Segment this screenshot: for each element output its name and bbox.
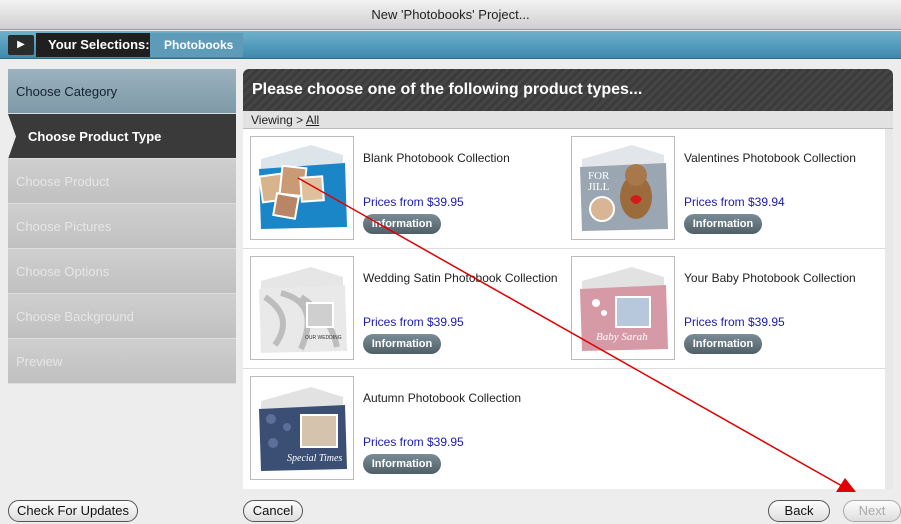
step-preview: Preview bbox=[8, 339, 236, 384]
step-choose-options: Choose Options bbox=[8, 249, 236, 294]
valentines-thumb-text: FOR JILL bbox=[588, 170, 610, 193]
valentines-photobook-thumbnail[interactable]: FOR JILL bbox=[571, 136, 675, 240]
information-button[interactable]: Information bbox=[363, 454, 441, 474]
next-button[interactable]: Next bbox=[843, 500, 901, 522]
product-card-wedding[interactable]: OUR WEDDING Wedding Satin Photobook Coll… bbox=[243, 249, 564, 369]
viewing-prefix: Viewing > bbox=[251, 113, 304, 127]
viewing-filter: Viewing > All bbox=[243, 111, 893, 129]
autumn-photobook-thumbnail[interactable]: Special Times bbox=[250, 376, 354, 480]
product-price: Prices from $39.94 bbox=[684, 195, 785, 209]
wedding-photobook-thumbnail[interactable]: OUR WEDDING bbox=[250, 256, 354, 360]
product-title: Valentines Photobook Collection bbox=[684, 151, 856, 165]
step-choose-background: Choose Background bbox=[8, 294, 236, 339]
check-for-updates-button[interactable]: Check For Updates bbox=[8, 500, 138, 522]
steps-sidebar: Choose Category Choose Product Type Choo… bbox=[8, 69, 236, 387]
baby-photobook-thumbnail[interactable]: Baby Sarah bbox=[571, 256, 675, 360]
information-button[interactable]: Information bbox=[684, 334, 762, 354]
product-card-autumn[interactable]: Special Times Autumn Photobook Collectio… bbox=[243, 369, 564, 489]
product-row: Special Times Autumn Photobook Collectio… bbox=[243, 369, 885, 489]
blank-photobook-thumbnail[interactable] bbox=[250, 136, 354, 240]
product-card-valentines[interactable]: FOR JILL Valentines Photobook Collection… bbox=[564, 129, 885, 249]
viewing-all-link[interactable]: All bbox=[306, 113, 319, 127]
product-price: Prices from $39.95 bbox=[684, 315, 785, 329]
product-price: Prices from $39.95 bbox=[363, 195, 464, 209]
product-title: Wedding Satin Photobook Collection bbox=[363, 271, 558, 285]
page-title: Please choose one of the following produ… bbox=[243, 69, 893, 111]
product-price: Prices from $39.95 bbox=[363, 435, 464, 449]
step-choose-product: Choose Product bbox=[8, 159, 236, 204]
product-row: OUR WEDDING Wedding Satin Photobook Coll… bbox=[243, 249, 885, 369]
information-button[interactable]: Information bbox=[363, 214, 441, 234]
expand-arrow-icon[interactable]: ▶ bbox=[8, 35, 34, 55]
breadcrumb-bar: ▶ Your Selections: Photobooks bbox=[0, 31, 901, 59]
product-card-blank[interactable]: Blank Photobook Collection Prices from $… bbox=[243, 129, 564, 249]
baby-thumb-text: Baby Sarah bbox=[596, 331, 648, 343]
information-button[interactable]: Information bbox=[363, 334, 441, 354]
product-card-baby[interactable]: Baby Sarah Your Baby Photobook Collectio… bbox=[564, 249, 885, 369]
product-row: Blank Photobook Collection Prices from $… bbox=[243, 129, 885, 249]
product-title: Blank Photobook Collection bbox=[363, 151, 510, 165]
product-price: Prices from $39.95 bbox=[363, 315, 464, 329]
product-title: Autumn Photobook Collection bbox=[363, 391, 522, 405]
step-choose-product-type[interactable]: Choose Product Type bbox=[8, 114, 236, 159]
breadcrumb-photobooks[interactable]: Photobooks bbox=[150, 33, 244, 57]
window-title: New 'Photobooks' Project... bbox=[0, 0, 901, 30]
information-button[interactable]: Information bbox=[684, 214, 762, 234]
step-choose-pictures: Choose Pictures bbox=[8, 204, 236, 249]
wedding-thumb-text: OUR WEDDING bbox=[305, 335, 342, 341]
product-title: Your Baby Photobook Collection bbox=[684, 271, 856, 285]
step-choose-category[interactable]: Choose Category bbox=[8, 69, 236, 114]
back-button[interactable]: Back bbox=[768, 500, 830, 522]
product-grid: Blank Photobook Collection Prices from $… bbox=[243, 129, 893, 489]
cancel-button[interactable]: Cancel bbox=[243, 500, 303, 522]
breadcrumb-your-selections: Your Selections: bbox=[36, 33, 164, 57]
autumn-thumb-text: Special Times bbox=[287, 453, 343, 464]
